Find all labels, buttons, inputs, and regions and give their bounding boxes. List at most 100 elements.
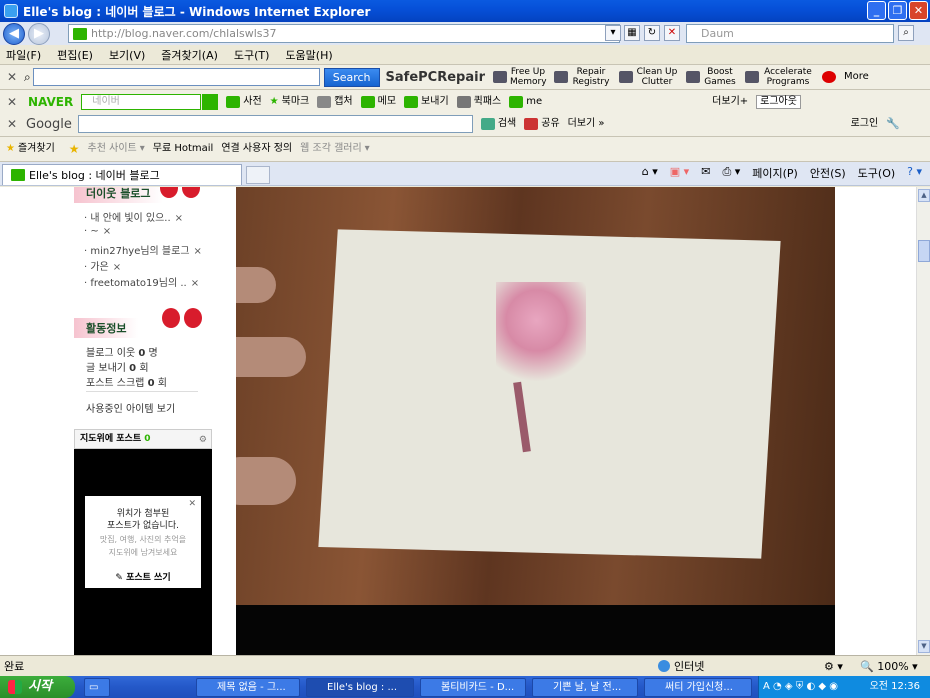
home-icon[interactable]: ⌂ ▾ [642,165,658,181]
clock[interactable]: 오전 12:36 [870,676,920,698]
me-button[interactable]: me [509,96,542,108]
print-icon[interactable]: ⎙ ▾ [722,165,740,181]
menu-help[interactable]: 도움말(H) [285,47,332,63]
write-post-link[interactable]: ✎ 포스트 쓰기 [85,570,201,583]
fav-suggested-sites[interactable]: 추천 사이트 ▾ [88,144,145,154]
naver-search-button[interactable] [202,94,219,110]
forward-button[interactable]: ▶ [28,22,50,45]
favorites-button[interactable]: ★ 즐겨찾기 [6,144,55,154]
gear-icon[interactable]: ⚙ [199,431,207,449]
menu-tools[interactable]: 도구(T) [234,47,270,63]
naver-search-input[interactable]: 네이버 [81,94,202,110]
back-button[interactable]: ◀ [3,22,25,45]
naver-logo[interactable]: NAVER [28,95,73,109]
share-button[interactable]: 공유 [524,118,560,130]
logout-button[interactable]: 로그아웃 [756,95,801,109]
zoom-level[interactable]: 🔍 100% ▾ [860,660,918,673]
more-button[interactable]: More [844,72,869,82]
google-search-input[interactable] [77,115,473,133]
tools-menu[interactable]: 도구(O) [858,165,895,181]
ask-search-button[interactable]: Search [323,67,380,87]
fav-web-slice-gallery[interactable]: 웹 조각 갤러리 ▾ [300,144,370,154]
stop-icon[interactable]: ✕ [664,25,680,41]
help-icon[interactable]: ? ▾ [907,165,922,181]
refresh-icon[interactable]: ↻ [644,25,660,41]
show-desktop-icon[interactable]: ▭ [84,678,110,697]
google-logo[interactable]: Google [26,117,72,132]
clean-up-clutter-button[interactable]: Clean Up Clutter [618,67,678,87]
url-dropdown-icon[interactable]: ▾ [605,25,621,41]
close-toolbar-icon[interactable]: ✕ [4,117,20,131]
security-zone[interactable]: 인터넷 [658,658,704,674]
vertical-scrollbar[interactable]: ▲ ▼ [916,187,930,655]
maximize-button[interactable]: ❐ [888,1,907,20]
scroll-down-icon[interactable]: ▼ [918,640,930,653]
minimize-button[interactable]: _ [867,1,886,20]
safepcrepair-brand[interactable]: SafePCRepair [386,70,485,85]
neighbor-item[interactable]: · 내 안에 빛이 있으.. × [84,209,183,224]
task-signup[interactable]: 써티 가입신청... [644,678,752,697]
google-login-button[interactable]: 로그인 [851,119,879,129]
menu-edit[interactable]: 편집(E) [57,47,93,63]
repair-registry-button[interactable]: Repair Registry [553,67,611,87]
menu-file[interactable]: 파일(F) [6,47,41,63]
new-tab-button[interactable] [246,166,270,184]
wrench-icon[interactable]: 🔧 [886,118,900,129]
page-menu[interactable]: 페이지(P) [752,165,798,181]
search-icon[interactable]: ⌕ [898,25,914,41]
neighbor-item[interactable]: · freetomato19님의 .. × [84,274,199,289]
scroll-thumb[interactable] [918,240,930,262]
tab-elle-blog[interactable]: Elle's blog : 네이버 블로그 [2,164,242,185]
tray-icons[interactable]: A ◔ ◈ ⛨ ◐ ◆ ◉ [763,681,838,692]
start-button[interactable]: 시작 [0,676,75,698]
feeds-icon[interactable]: ▣ ▾ [670,165,689,181]
items-in-use-link[interactable]: 사용중인 아이템 보기 [86,400,175,415]
naver-more-button[interactable]: 더보기+ [712,97,748,107]
neighbor-item[interactable]: · min27hye님의 블로그 × [84,242,202,257]
google-more-button[interactable]: 더보기 » [568,119,605,129]
close-toolbar-icon[interactable]: ✕ [4,95,20,109]
map-widget-header: 지도위에 포스트 0 ⚙ [74,429,212,449]
boost-games-button[interactable]: Boost Games [685,67,737,87]
send-button[interactable]: 보내기 [404,96,449,108]
search-input[interactable]: Daum [686,24,894,43]
close-icon[interactable]: ✕ [188,499,196,509]
url-field[interactable]: http://blog.naver.com/chlalswls37 [68,24,620,43]
memo-button[interactable]: 메모 [360,96,396,108]
safety-menu[interactable]: 안전(S) [810,165,846,181]
fav-customize-links[interactable]: 연결 사용자 정의 [221,144,292,154]
dictionary-button[interactable]: 사전 [226,96,262,108]
task-notepad[interactable]: 제목 없음 - 그... [196,678,300,697]
mail-icon[interactable]: ✉ [701,165,710,181]
menu-favorites[interactable]: 즐겨찾기(A) [161,47,218,63]
bookmark-button[interactable]: ★ 북마크 [270,97,310,107]
programs-icon [744,71,759,83]
accelerate-programs-button[interactable]: Accelerate Programs [744,67,814,87]
neighbor-item[interactable]: · ~ × [84,226,111,237]
task-ie-elle-blog[interactable]: Elle's blog : ... [306,678,414,697]
quickpass-button[interactable]: 퀵패스 [456,96,501,108]
map-widget: 지도위에 포스트 0 ⚙ ✕ 위치가 첨부된 포스트가 없습니다. 맛집, 여행… [74,429,212,655]
task-happy-day[interactable]: 기쁜 날, 날 전... [532,678,638,697]
menu-view[interactable]: 보기(V) [109,47,145,63]
free-up-memory-button[interactable]: Free Up Memory [492,67,547,87]
capture-button[interactable]: 캡처 [317,96,353,108]
map-popup: ✕ 위치가 첨부된 포스트가 없습니다. 맛집, 여행, 사진의 추억을 지도위… [85,496,201,588]
windows-logo-icon [8,680,22,694]
add-favorite-icon[interactable]: ★ [69,143,80,155]
neighbors-title: 더이웃 블로그 [74,187,163,203]
stat-sent-posts: 글 보내기 0 회 [86,363,149,374]
compat-view-icon[interactable]: ▦ [624,25,640,41]
tab-row: Elle's blog : 네이버 블로그 ⌂ ▾ ▣ ▾ ✉ ⎙ ▾ 페이지(… [0,162,930,186]
protected-mode-icon[interactable]: ⚙ ▾ [824,660,843,673]
ask-search-input[interactable] [32,68,320,86]
fav-hotmail[interactable]: 무료 Hotmail [153,144,214,154]
close-toolbar-icon[interactable]: ✕ [4,70,20,84]
naver-favicon-icon [73,27,87,40]
ask-logo-icon[interactable] [821,71,836,83]
neighbor-item[interactable]: · 가은 × [84,258,121,273]
close-button[interactable]: ✕ [909,1,928,20]
task-bomtv[interactable]: 봄티비카드 - D... [420,678,526,697]
google-search-button[interactable]: 검색 [480,118,516,130]
scroll-up-icon[interactable]: ▲ [918,189,930,202]
